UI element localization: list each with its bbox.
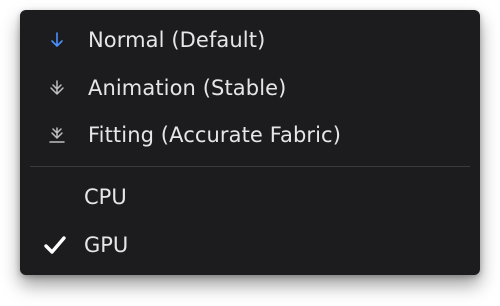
arrow-down-icon [44, 27, 70, 53]
menu-item-normal[interactable]: Normal (Default) [20, 17, 480, 63]
menu-item-label: CPU [84, 184, 127, 209]
menu-divider [30, 166, 470, 167]
menu-item-cpu[interactable]: CPU [20, 174, 480, 220]
simulation-mode-menu: Normal (Default) Animation (Stable) Fitt… [20, 10, 480, 275]
arrow-down-stable-icon [44, 75, 70, 101]
menu-item-fitting[interactable]: Fitting (Accurate Fabric) [20, 112, 480, 158]
menu-item-label: Normal (Default) [88, 27, 266, 52]
menu-item-label: GPU [84, 232, 129, 257]
arrow-down-fitting-icon [44, 122, 70, 148]
menu-item-gpu[interactable]: GPU [20, 222, 480, 268]
menu-item-label: Animation (Stable) [88, 75, 287, 100]
menu-item-label: Fitting (Accurate Fabric) [88, 122, 341, 147]
menu-item-animation[interactable]: Animation (Stable) [20, 65, 480, 111]
checkmark-icon [42, 232, 68, 258]
